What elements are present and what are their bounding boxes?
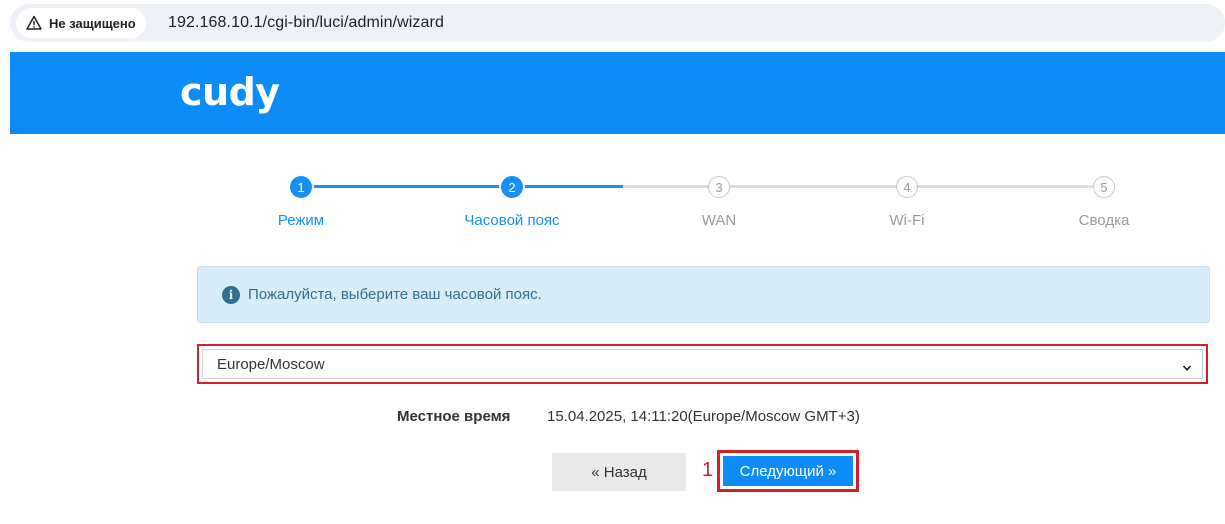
timezone-select[interactable]: Europe/Moscow: [202, 349, 1203, 379]
step-wan[interactable]: 3 WAN: [649, 176, 789, 229]
step-mode[interactable]: 1 Режим: [231, 176, 371, 229]
step-wifi[interactable]: 4 Wi-Fi: [837, 176, 977, 229]
step-number: 2: [501, 176, 523, 198]
warning-icon: [26, 15, 42, 30]
info-icon: i: [222, 285, 240, 304]
brand-header: cudy: [10, 52, 1225, 134]
step-label: Режим: [277, 212, 325, 229]
step-label: Часовой пояс: [464, 212, 560, 229]
chevron-down-icon: [1182, 365, 1192, 371]
step-timezone[interactable]: 2 Часовой пояс: [442, 176, 582, 229]
security-label: Не защищено: [49, 15, 136, 31]
annotation-number: 1: [702, 459, 714, 481]
step-number: 5: [1093, 176, 1115, 198]
step-number: 1: [290, 176, 312, 198]
info-message: Пожалуйста, выберите ваш часовой пояс.: [248, 286, 542, 303]
cudy-logo[interactable]: cudy: [180, 70, 280, 114]
local-time-label: Местное время: [397, 408, 511, 425]
step-label: Wi-Fi: [889, 212, 925, 229]
security-indicator[interactable]: Не защищено: [16, 8, 146, 38]
back-button[interactable]: « Назад: [552, 453, 686, 491]
info-alert: i Пожалуйста, выберите ваш часовой пояс.: [197, 266, 1210, 323]
step-number: 4: [896, 176, 918, 198]
wizard-stepper: 1 Режим 2 Часовой пояс 3 WAN 4 Wi-Fi 5 С…: [0, 170, 1225, 240]
local-time-value: 15.04.2025, 14:11:20(Europe/Moscow GMT+3…: [547, 408, 860, 425]
browser-address-bar: Не защищено 192.168.10.1/cgi-bin/luci/ad…: [0, 0, 1225, 46]
step-label: WAN: [701, 212, 737, 229]
step-summary[interactable]: 5 Сводка: [1034, 176, 1174, 229]
timezone-select-value: Europe/Moscow: [217, 355, 325, 373]
url-text[interactable]: 192.168.10.1/cgi-bin/luci/admin/wizard: [168, 14, 444, 32]
next-button[interactable]: Следующий »: [723, 456, 853, 486]
timezone-select-highlight: Europe/Moscow: [197, 344, 1208, 384]
step-number: 3: [708, 176, 730, 198]
next-button-highlight: Следующий »: [717, 450, 859, 492]
step-label: Сводка: [1078, 212, 1130, 229]
